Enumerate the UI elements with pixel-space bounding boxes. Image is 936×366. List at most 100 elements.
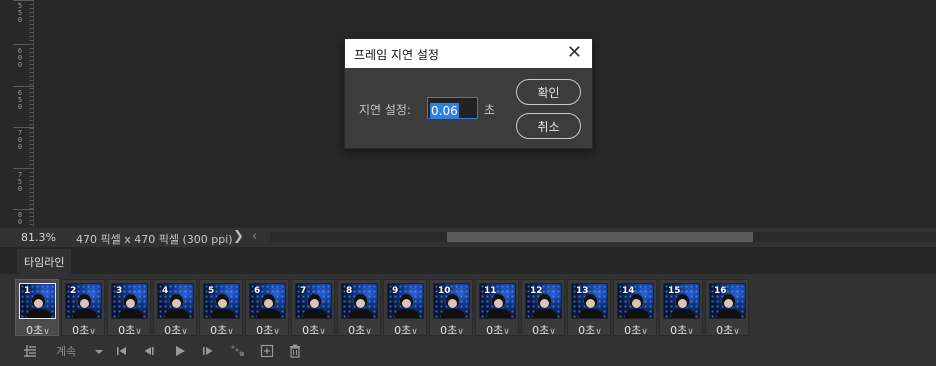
chevron-down-icon[interactable]: ∨ (687, 327, 694, 337)
animation-frame[interactable]: 11 0초∨ (475, 279, 520, 338)
chevron-down-icon[interactable]: ∨ (89, 327, 96, 337)
frame-delay-dialog: 프레임 지연 설정 ✕ 지연 설정: 0.06 초 확인 취소 (344, 38, 593, 149)
animation-frame[interactable]: 5 0초∨ (199, 279, 244, 338)
frame-thumbnail[interactable]: 2 (65, 283, 102, 319)
convert-to-video-timeline-icon[interactable] (23, 344, 37, 363)
frame-delay-selector[interactable]: 0초∨ (430, 322, 474, 338)
frame-delay-selector[interactable]: 0초∨ (292, 322, 336, 338)
loop-options-label[interactable]: 계속 (56, 344, 76, 360)
frame-thumbnail[interactable]: 6 (249, 283, 286, 319)
animation-frame[interactable]: 14 0초∨ (613, 279, 658, 338)
ruler-minor-tick (29, 144, 33, 145)
frame-thumbnail[interactable]: 7 (295, 283, 332, 319)
frame-thumbnail[interactable]: 14 (617, 283, 654, 319)
delay-input[interactable]: 0.06 (427, 97, 478, 119)
frame-thumbnail[interactable]: 1 (19, 283, 56, 319)
frame-delay-selector[interactable]: 0초∨ (338, 322, 382, 338)
frame-delay-selector[interactable]: 0초∨ (154, 322, 198, 338)
ruler-label: 7 5 0 (17, 171, 23, 193)
chevron-down-icon[interactable]: ∨ (457, 327, 464, 337)
chevron-down-icon[interactable]: ∨ (733, 327, 740, 337)
animation-frame[interactable]: 15 0초∨ (659, 279, 704, 338)
chevron-down-icon[interactable]: ∨ (227, 327, 234, 337)
ruler-minor-tick (29, 44, 33, 45)
frame-thumbnail[interactable]: 13 (571, 283, 608, 319)
frame-delay-selector[interactable]: 0초∨ (200, 322, 244, 338)
chevron-down-icon[interactable]: ∨ (273, 327, 280, 337)
frame-delay-selector[interactable]: 0초∨ (568, 322, 612, 338)
next-frame-icon[interactable] (202, 344, 214, 363)
cancel-button[interactable]: 취소 (516, 113, 581, 139)
animation-frame[interactable]: 9 0초∨ (383, 279, 428, 338)
frame-thumbnail[interactable]: 11 (479, 283, 516, 319)
frame-delay-selector[interactable]: 0초∨ (614, 322, 658, 338)
tab-timeline[interactable]: 타임라인 (17, 249, 72, 274)
frame-delay-selector[interactable]: 0초∨ (706, 322, 750, 338)
chevron-down-icon[interactable]: ∨ (411, 327, 418, 337)
frame-thumbnail[interactable]: 5 (203, 283, 240, 319)
frame-delay-selector[interactable]: 0초∨ (384, 322, 428, 338)
chevron-down-icon[interactable]: ∨ (319, 327, 326, 337)
frame-delay-selector[interactable]: 0초∨ (108, 322, 152, 338)
frame-delay-selector[interactable]: 0초∨ (16, 322, 60, 338)
ruler-minor-tick (29, 148, 33, 149)
frame-thumbnail[interactable]: 9 (387, 283, 424, 319)
chevron-down-icon[interactable]: ∨ (181, 327, 188, 337)
animation-frame[interactable]: 4 0초∨ (153, 279, 198, 338)
frame-thumbnail[interactable]: 4 (157, 283, 194, 319)
scroll-left-arrow-icon[interactable]: ‹ (252, 229, 257, 244)
chevron-down-icon[interactable]: ∨ (641, 327, 648, 337)
ruler-minor-tick (29, 104, 33, 105)
new-frame-icon[interactable] (260, 344, 274, 363)
zoom-level[interactable]: 81.3% (21, 231, 56, 244)
animation-frame[interactable]: 1 0초∨ (15, 279, 60, 338)
animation-frame[interactable]: 3 0초∨ (107, 279, 152, 338)
ok-button[interactable]: 확인 (516, 79, 581, 105)
frame-delay-selector[interactable]: 0초∨ (522, 322, 566, 338)
thumb-face (494, 299, 503, 308)
frame-thumbnail[interactable]: 10 (433, 283, 470, 319)
chevron-down-icon[interactable]: ∨ (549, 327, 556, 337)
first-frame-icon[interactable] (116, 344, 128, 363)
animation-frame[interactable]: 12 0초∨ (521, 279, 566, 338)
delay-input-value[interactable]: 0.06 (430, 103, 459, 119)
frame-delay-selector[interactable]: 0초∨ (660, 322, 704, 338)
chevron-down-icon[interactable]: ∨ (365, 327, 372, 337)
frame-thumbnail[interactable]: 8 (341, 283, 378, 319)
dialog-titlebar[interactable]: 프레임 지연 설정 ✕ (345, 39, 592, 68)
chevron-down-icon[interactable]: ∨ (503, 327, 510, 337)
horizontal-scrollbar-thumb[interactable] (447, 232, 753, 242)
status-menu-arrow-icon[interactable]: ❯ (233, 229, 244, 244)
ruler-minor-tick (29, 192, 33, 193)
play-icon[interactable] (174, 344, 186, 363)
frame-thumbnail[interactable]: 15 (663, 283, 700, 319)
ruler-minor-tick (29, 8, 33, 9)
ruler-minor-tick (29, 4, 33, 5)
frame-thumbnail[interactable]: 12 (525, 283, 562, 319)
delete-frame-icon[interactable] (288, 344, 302, 363)
chevron-down-icon[interactable]: ∨ (43, 327, 50, 337)
animation-frame[interactable]: 7 0초∨ (291, 279, 336, 338)
chevron-down-icon[interactable]: ∨ (135, 327, 142, 337)
animation-frame[interactable]: 13 0초∨ (567, 279, 612, 338)
animation-frame[interactable]: 6 0초∨ (245, 279, 290, 338)
frame-delay-selector[interactable]: 0초∨ (62, 322, 106, 338)
frame-delay-selector[interactable]: 0초∨ (476, 322, 520, 338)
frame-thumbnail[interactable]: 3 (111, 283, 148, 319)
animation-frame[interactable]: 2 0초∨ (61, 279, 106, 338)
animation-frame[interactable]: 16 0초∨ (705, 279, 750, 338)
thumb-face (402, 299, 411, 308)
frame-thumbnail[interactable]: 16 (709, 283, 746, 319)
previous-frame-icon[interactable] (143, 344, 155, 363)
frame-delay-selector[interactable]: 0초∨ (246, 322, 290, 338)
thumb-body (487, 309, 511, 318)
frame-number: 15 (668, 286, 681, 296)
animation-frame[interactable]: 8 0초∨ (337, 279, 382, 338)
close-icon[interactable]: ✕ (567, 43, 582, 63)
tween-icon[interactable] (231, 344, 245, 363)
ruler-minor-tick (29, 136, 33, 137)
ruler-minor-tick (29, 224, 33, 225)
animation-frame[interactable]: 10 0초∨ (429, 279, 474, 338)
chevron-down-icon[interactable]: ∨ (595, 327, 602, 337)
loop-dropdown-icon[interactable] (95, 344, 103, 363)
